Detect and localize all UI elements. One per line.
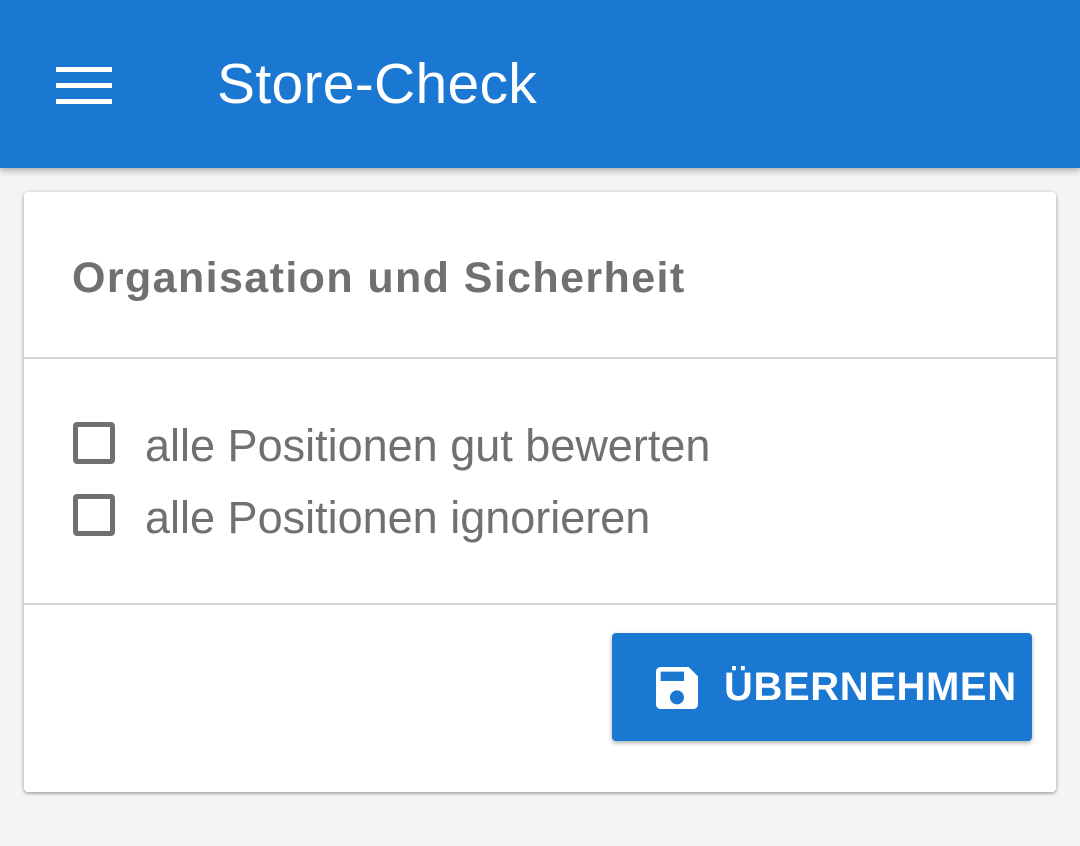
option-label: alle Positionen ignorieren <box>145 492 651 543</box>
checkbox[interactable] <box>73 422 115 464</box>
section-title: Organisation und Sicherheit <box>72 254 686 302</box>
divider <box>24 357 1056 359</box>
save-icon <box>656 667 698 709</box>
divider <box>24 603 1056 605</box>
apply-button-label: ÜBERNEHMEN <box>724 665 1017 709</box>
app-title: Store-Check <box>217 52 538 116</box>
app-bar: Store-Check <box>0 0 1080 168</box>
apply-button[interactable]: ÜBERNEHMEN <box>612 633 1032 741</box>
option-label: alle Positionen gut bewerten <box>145 420 711 471</box>
section-card: Organisation und Sicherheit alle Positio… <box>24 192 1056 792</box>
menu-button[interactable] <box>40 48 128 124</box>
checkbox[interactable] <box>73 494 115 536</box>
menu-icon <box>56 67 112 104</box>
